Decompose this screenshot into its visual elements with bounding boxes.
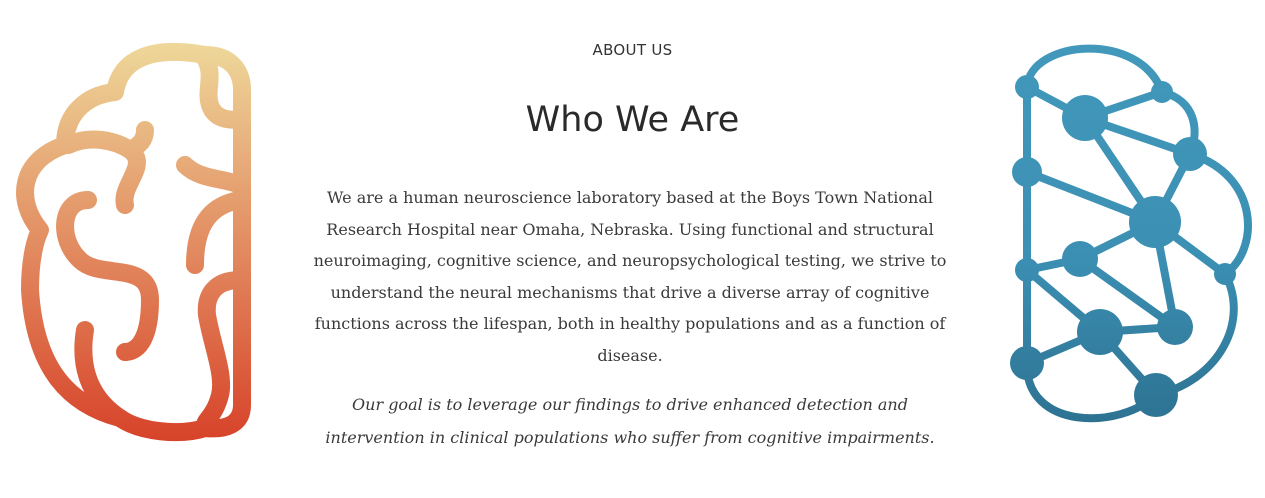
goal-statement: Our goal is to leverage our findings to … (325, 395, 935, 447)
network-brain-illustration-right (1010, 44, 1252, 423)
brain-illustration-left (16, 43, 251, 442)
about-description: We are a human neuroscience laboratory b… (313, 188, 947, 365)
